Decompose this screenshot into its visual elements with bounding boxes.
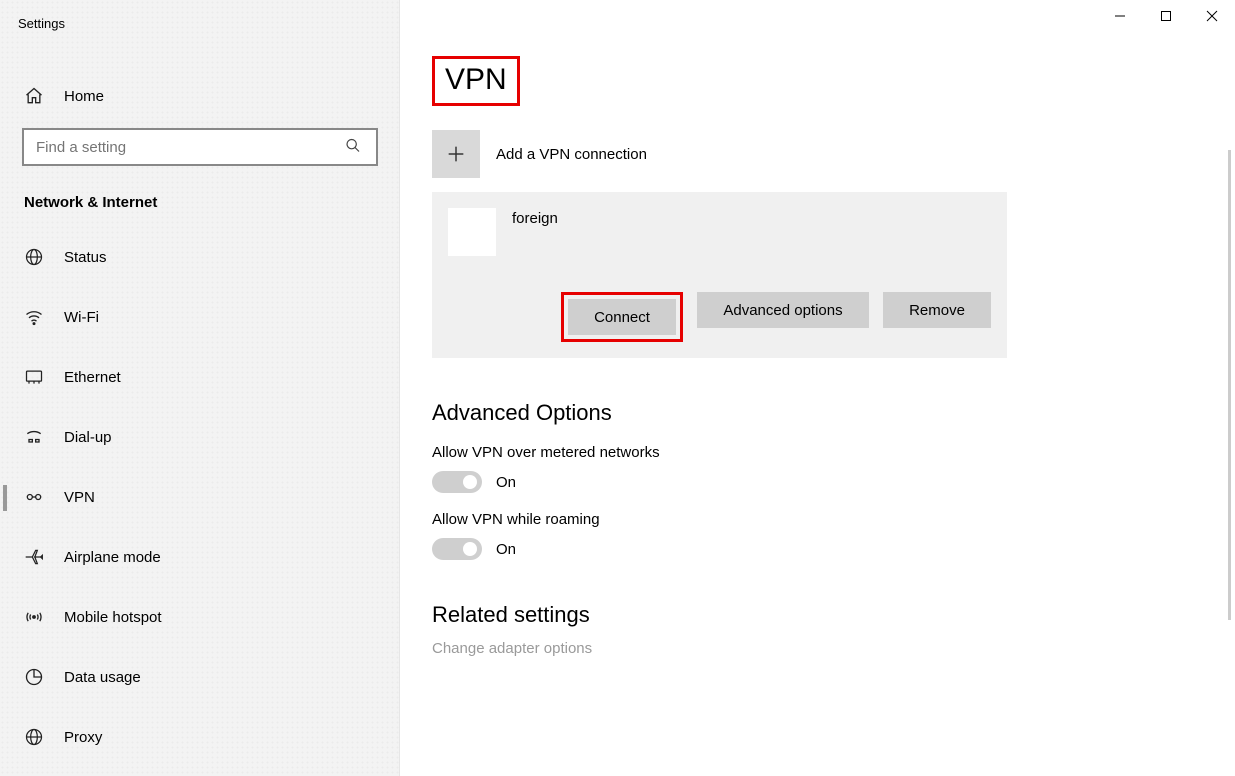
search-icon	[345, 138, 361, 157]
sidebar-item-label: Ethernet	[64, 369, 121, 386]
add-vpn-row[interactable]: Add a VPN connection	[432, 130, 1211, 178]
sidebar-item-label: Wi-Fi	[64, 309, 99, 326]
wifi-icon	[24, 307, 44, 327]
plus-icon	[432, 130, 480, 178]
sidebar-item-label: Home	[64, 88, 104, 105]
sidebar-item-label: Status	[64, 249, 107, 266]
sidebar-item-proxy[interactable]: Proxy	[0, 707, 399, 767]
metered-state: On	[496, 474, 516, 491]
scrollbar[interactable]	[1228, 150, 1231, 620]
sidebar-item-label: Data usage	[64, 669, 141, 686]
hotspot-icon	[24, 607, 44, 627]
sidebar-item-wifi[interactable]: Wi-Fi	[0, 287, 399, 347]
proxy-icon	[24, 727, 44, 747]
sidebar-item-label: Dial-up	[64, 429, 112, 446]
sidebar-nav: Status Wi-Fi Ethernet Dial-up	[0, 227, 399, 767]
page-title: VPN	[432, 56, 520, 106]
maximize-button[interactable]	[1143, 0, 1189, 32]
sidebar-item-label: Proxy	[64, 729, 102, 746]
window-controls	[1097, 0, 1235, 32]
ethernet-icon	[24, 367, 44, 387]
sidebar-item-vpn[interactable]: VPN	[0, 467, 399, 527]
globe-icon	[24, 247, 44, 267]
sidebar-item-ethernet[interactable]: Ethernet	[0, 347, 399, 407]
phone-icon	[24, 427, 44, 447]
app-title: Settings	[0, 12, 399, 44]
remove-button[interactable]: Remove	[883, 292, 991, 328]
sidebar-item-dialup[interactable]: Dial-up	[0, 407, 399, 467]
sidebar-category: Network & Internet	[0, 194, 399, 211]
vpn-connection-card[interactable]: foreign Connect Advanced options Remove	[432, 192, 1007, 358]
metered-toggle[interactable]	[432, 471, 482, 493]
sidebar-item-status[interactable]: Status	[0, 227, 399, 287]
vpn-connection-icon	[448, 208, 496, 256]
search-input[interactable]	[22, 128, 378, 166]
change-adapter-link[interactable]: Change adapter options	[432, 640, 1211, 657]
close-button[interactable]	[1189, 0, 1235, 32]
airplane-icon	[24, 547, 44, 567]
roaming-label: Allow VPN while roaming	[432, 511, 1211, 528]
sidebar-item-home[interactable]: Home	[0, 72, 399, 120]
metered-toggle-row: On	[432, 471, 1211, 493]
main-content: VPN Add a VPN connection foreign Connect…	[400, 0, 1235, 776]
vpn-connection-header: foreign	[448, 208, 991, 256]
advanced-options-button[interactable]: Advanced options	[697, 292, 869, 328]
roaming-toggle[interactable]	[432, 538, 482, 560]
search-wrap	[0, 128, 399, 166]
roaming-state: On	[496, 541, 516, 558]
data-usage-icon	[24, 667, 44, 687]
vpn-connection-name: foreign	[512, 210, 558, 227]
sidebar-item-label: VPN	[64, 489, 95, 506]
sidebar-item-label: Airplane mode	[64, 549, 161, 566]
minimize-button[interactable]	[1097, 0, 1143, 32]
roaming-toggle-row: On	[432, 538, 1211, 560]
metered-label: Allow VPN over metered networks	[432, 444, 1211, 461]
add-vpn-label: Add a VPN connection	[496, 146, 647, 163]
vpn-connection-actions: Connect Advanced options Remove	[448, 292, 991, 342]
sidebar-item-datausage[interactable]: Data usage	[0, 647, 399, 707]
home-icon	[24, 86, 44, 106]
advanced-options-heading: Advanced Options	[432, 400, 1211, 426]
sidebar: Settings Home Network & Internet Status	[0, 0, 400, 776]
sidebar-item-label: Mobile hotspot	[64, 609, 162, 626]
connect-button[interactable]: Connect	[568, 299, 676, 335]
sidebar-item-airplane[interactable]: Airplane mode	[0, 527, 399, 587]
sidebar-item-hotspot[interactable]: Mobile hotspot	[0, 587, 399, 647]
vpn-icon	[24, 487, 44, 507]
connect-highlight: Connect	[561, 292, 683, 342]
related-settings-heading: Related settings	[432, 602, 1211, 628]
